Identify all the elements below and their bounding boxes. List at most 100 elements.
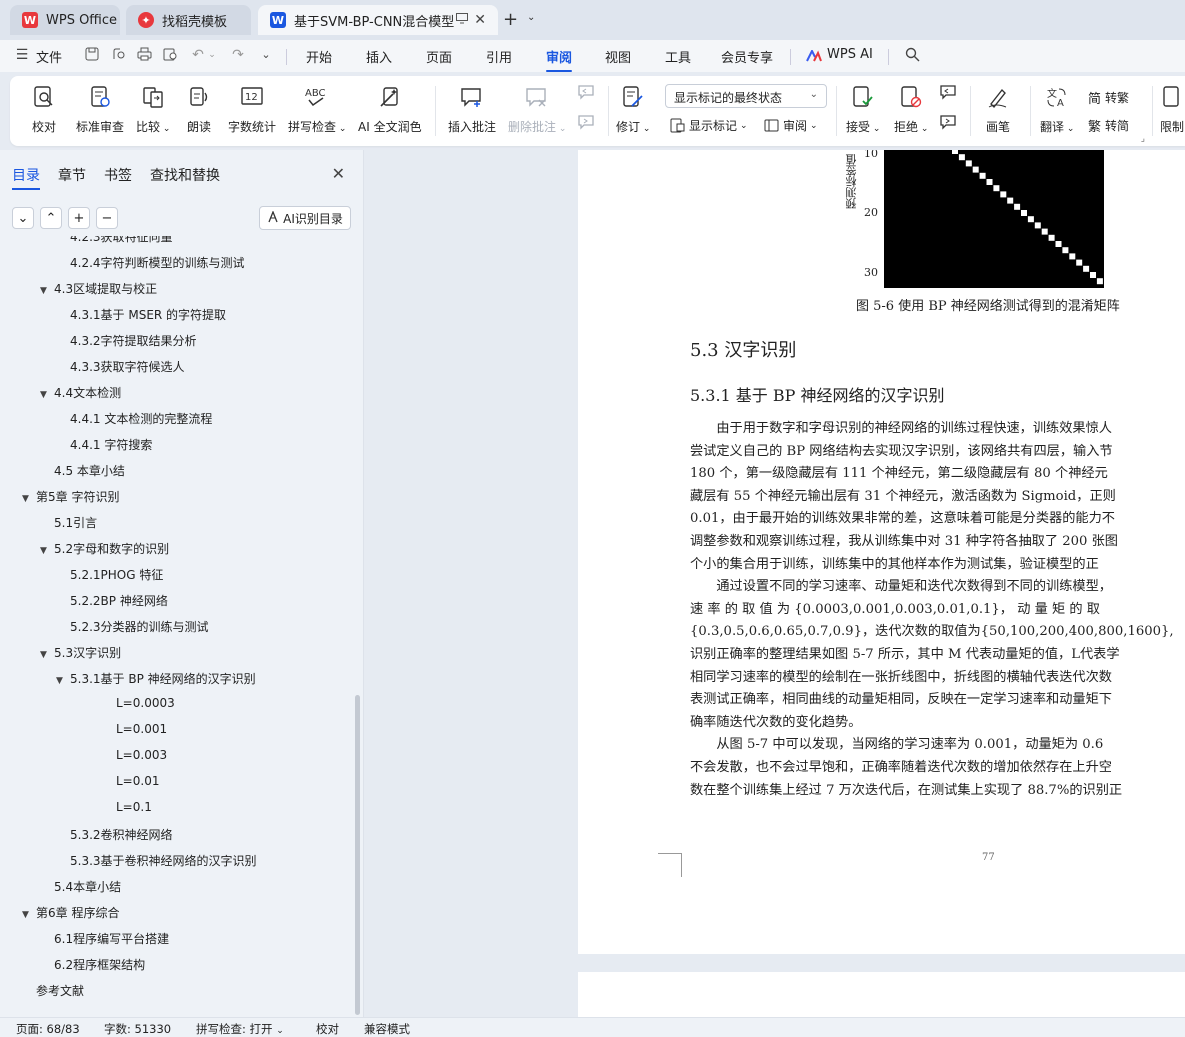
menu-tools[interactable]: 工具 <box>665 47 691 66</box>
search-icon[interactable] <box>904 47 920 63</box>
toc-item[interactable]: 4.5 本章小结 <box>40 462 125 479</box>
menu-member[interactable]: 会员专享 <box>721 47 773 66</box>
previous-change-icon[interactable] <box>938 84 958 105</box>
monitor-icon[interactable] <box>456 13 468 28</box>
ai-toc-button[interactable]: AI识别目录 <box>259 206 351 230</box>
expand-ribbon-icon[interactable]: ⌟ <box>1141 134 1145 144</box>
remove-heading-button[interactable]: − <box>96 207 118 229</box>
scrollbar[interactable] <box>355 695 360 1015</box>
menu-insert[interactable]: 插入 <box>366 47 392 66</box>
expand-triangle-icon[interactable]: ▼ <box>56 676 70 686</box>
toc-item[interactable]: 4.3.1基于 MSER 的字符提取 <box>56 306 226 323</box>
tab-chapters[interactable]: 章节 <box>58 165 86 185</box>
expand-triangle-icon[interactable]: ▼ <box>40 546 54 556</box>
word-count-button[interactable]: 12 字数统计 <box>228 82 276 135</box>
toc-item[interactable]: ▼ 第6章 程序综合 <box>22 904 119 921</box>
restrict-editing-button[interactable]: 限制 <box>1160 82 1184 135</box>
track-changes-button[interactable]: 修订 ⌄ <box>616 82 650 135</box>
translate-button[interactable]: 文A 翻译 ⌄ <box>1040 82 1074 135</box>
toc-item[interactable]: L=0.0003 <box>102 696 175 710</box>
menu-page[interactable]: 页面 <box>426 47 452 66</box>
toc-item[interactable]: 4.3.3获取字符候选人 <box>56 358 185 375</box>
toc-item[interactable]: 5.3.3基于卷积神经网络的汉字识别 <box>56 852 257 869</box>
next-comment-icon[interactable] <box>576 114 596 135</box>
print-icon[interactable] <box>136 47 152 63</box>
document-canvas[interactable]: 预测标签值 10 20 30 图 5-6 使用 BP 神经网络测试得到的混淆矩阵… <box>364 150 1185 1017</box>
toc-item[interactable]: 4.4.1 字符搜索 <box>56 436 152 453</box>
toc-item[interactable]: L=0.1 <box>102 800 152 814</box>
toc-item[interactable]: 5.4本章小结 <box>40 878 121 895</box>
to-traditional-button[interactable]: 简 转繁 <box>1088 88 1129 107</box>
expand-triangle-icon[interactable]: ▼ <box>40 286 54 296</box>
toc-item[interactable]: ▼ 4.4文本检测 <box>40 384 121 401</box>
markup-mode-select[interactable]: 显示标记的最终状态 ⌄ <box>665 84 827 108</box>
spell-check-button[interactable]: ABC 拼写检查 ⌄ <box>288 82 346 135</box>
toc-item[interactable]: L=0.001 <box>102 722 167 736</box>
tab-wps-office[interactable]: W WPS Office <box>10 5 120 35</box>
toc-item[interactable]: ▼ 第5章 字符识别 <box>22 488 119 505</box>
expand-triangle-icon[interactable]: ▼ <box>40 650 54 660</box>
toc-item[interactable]: 6.1程序编写平台搭建 <box>40 930 169 947</box>
document-page[interactable]: 预测标签值 10 20 30 图 5-6 使用 BP 神经网络测试得到的混淆矩阵… <box>578 150 1185 954</box>
close-icon[interactable]: ✕ <box>474 12 486 28</box>
next-change-icon[interactable] <box>938 114 958 135</box>
toc-item[interactable]: 5.2.2BP 神经网络 <box>56 592 168 609</box>
new-tab-icon[interactable]: + <box>503 9 518 30</box>
ink-button[interactable]: 画笔 <box>986 82 1010 135</box>
toc-item[interactable]: 5.1引言 <box>40 514 97 531</box>
toc-item[interactable]: ▼ 4.3区域提取与校正 <box>40 280 157 297</box>
print-preview-icon[interactable] <box>162 47 178 63</box>
to-simplified-button[interactable]: 繁 转简 <box>1088 116 1129 135</box>
toc-item[interactable]: ▼ 5.3汉字识别 <box>40 644 121 661</box>
review-pane-button[interactable]: 审阅 ⌄ <box>764 117 818 134</box>
collapse-all-button[interactable]: ⌃ <box>40 207 62 229</box>
expand-all-button[interactable]: ⌄ <box>12 207 34 229</box>
proofread-button[interactable]: 校对 <box>32 82 56 135</box>
reject-button[interactable]: 拒绝 ⌄ <box>894 82 928 135</box>
standard-review-button[interactable]: 标准审查 <box>76 82 124 135</box>
tab-toc[interactable]: 目录 <box>12 165 40 190</box>
insert-comment-button[interactable]: 插入批注 <box>448 82 496 135</box>
next-document-page[interactable] <box>578 972 1185 1017</box>
chevron-down-icon[interactable]: ⌄ <box>204 47 220 63</box>
menu-file[interactable]: 文件 <box>36 47 62 66</box>
tab-find-replace[interactable]: 查找和替换 <box>150 165 220 185</box>
hamburger-icon[interactable]: ☰ <box>14 47 30 63</box>
spell-check-indicator[interactable]: 拼写检查: 打开 ⌄ <box>196 1021 284 1037</box>
redo-icon[interactable]: ↷ <box>230 47 246 63</box>
previous-comment-icon[interactable] <box>576 84 596 105</box>
ai-polish-button[interactable]: AI 全文润色 <box>358 82 422 135</box>
delete-comment-button[interactable]: 删除批注 ⌄ <box>508 82 566 135</box>
toc-item[interactable]: ▼ 5.2字母和数字的识别 <box>40 540 169 557</box>
expand-triangle-icon[interactable]: ▼ <box>22 494 36 504</box>
proof-indicator[interactable]: 校对 <box>316 1021 339 1037</box>
menu-home[interactable]: 开始 <box>306 47 332 66</box>
expand-triangle-icon[interactable]: ▼ <box>40 390 54 400</box>
add-heading-button[interactable]: + <box>68 207 90 229</box>
compare-button[interactable]: 比较 ⌄ <box>136 82 170 135</box>
toc-item[interactable]: 5.3.2卷积神经网络 <box>56 826 173 843</box>
menu-view[interactable]: 视图 <box>605 47 631 66</box>
menu-wps-ai[interactable]: WPS AI <box>827 47 873 62</box>
export-icon[interactable] <box>110 47 126 63</box>
toc-item[interactable]: ▼ 5.3.1基于 BP 神经网络的汉字识别 <box>56 670 256 687</box>
accept-button[interactable]: 接受 ⌄ <box>846 82 880 135</box>
word-count-indicator[interactable]: 字数: 51330 <box>104 1021 171 1037</box>
toc-item[interactable]: 5.2.1PHOG 特征 <box>56 566 163 583</box>
tab-bookmarks[interactable]: 书签 <box>104 165 132 185</box>
tab-document[interactable]: W 基于SVM-BP-CNN混合模型的 ✕ <box>258 5 498 35</box>
toc-item[interactable]: 4.2.3获取特征向量 <box>56 236 173 245</box>
chevron-down-icon[interactable]: ⌄ <box>258 47 274 63</box>
save-icon[interactable] <box>84 47 100 63</box>
tab-docer-templates[interactable]: ✦ 找稻壳模板 <box>126 5 251 35</box>
toc-item[interactable]: L=0.003 <box>102 748 167 762</box>
read-aloud-button[interactable]: 朗读 <box>187 82 211 135</box>
chevron-down-icon[interactable]: ⌄ <box>527 12 535 23</box>
menu-review[interactable]: 审阅 <box>546 47 573 72</box>
toc-item[interactable]: 6.2程序框架结构 <box>40 956 145 973</box>
toc-item[interactable]: 4.4.1 文本检测的完整流程 <box>56 410 212 427</box>
toc-item[interactable]: 4.3.2字符提取结果分析 <box>56 332 197 349</box>
toc-item[interactable]: L=0.01 <box>102 774 159 788</box>
show-markup-button[interactable]: 显示标记 ⌄ <box>670 117 748 134</box>
expand-triangle-icon[interactable]: ▼ <box>22 910 36 920</box>
